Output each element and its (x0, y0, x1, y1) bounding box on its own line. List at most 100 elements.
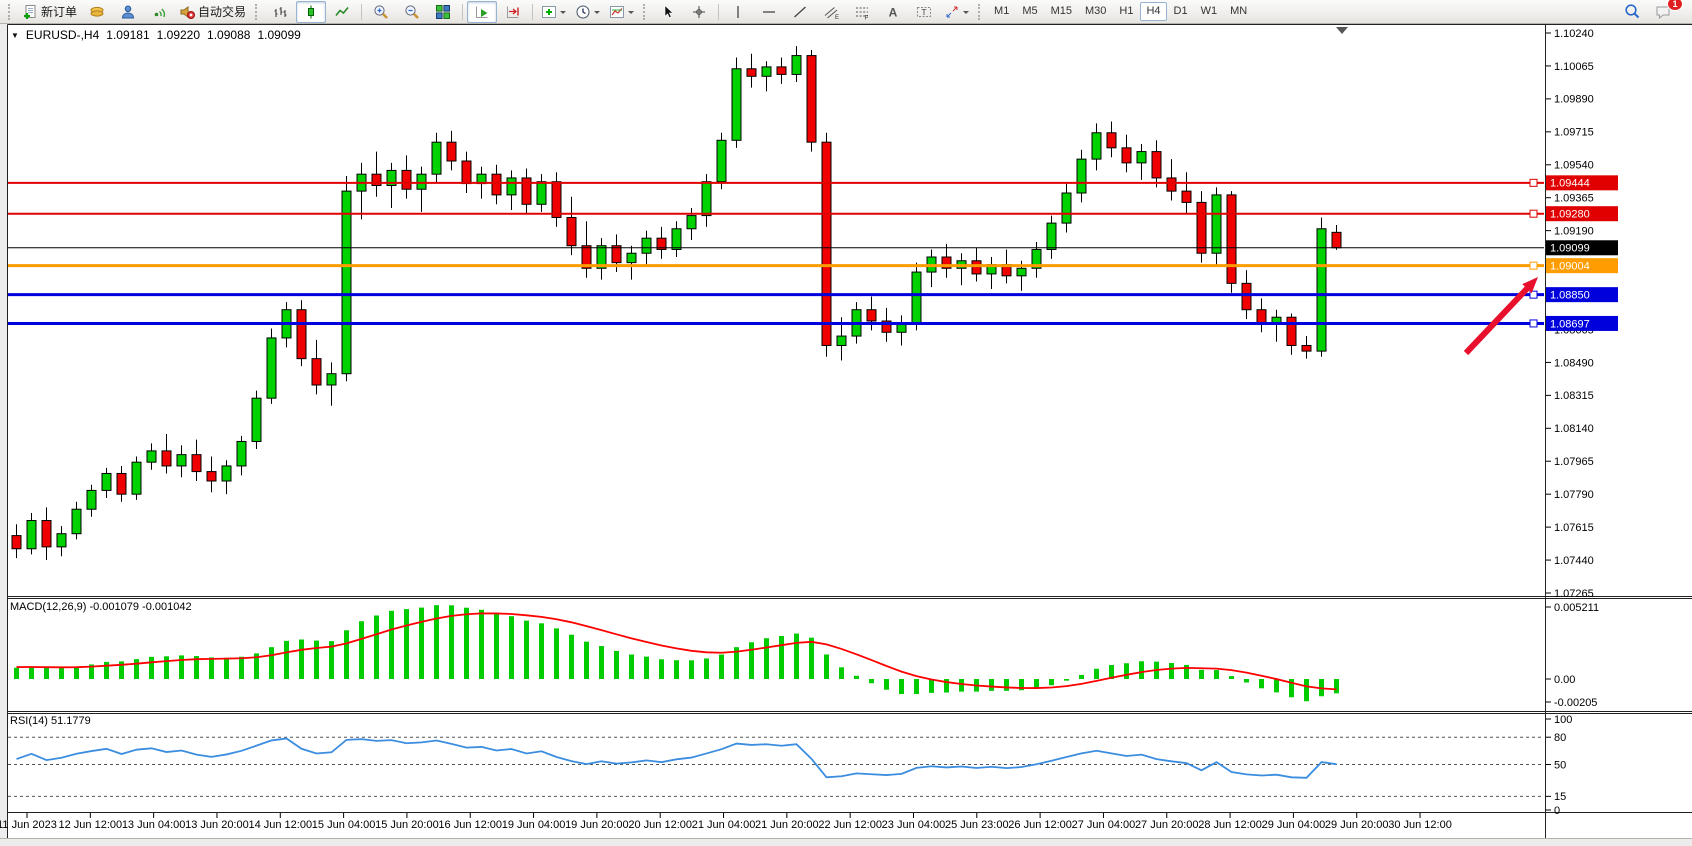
timeframe-button-w1[interactable]: W1 (1195, 2, 1224, 21)
timeframe-button-m1[interactable]: M1 (988, 2, 1015, 21)
macd-histogram-bar (1124, 663, 1129, 679)
toolbar-grip[interactable] (978, 4, 983, 20)
macd-histogram-bar (749, 642, 754, 679)
search-button[interactable] (1617, 1, 1647, 23)
chart-low-value: 1.09088 (207, 28, 250, 42)
toolbar-grip[interactable] (8, 4, 13, 20)
timeframe-button-mn[interactable]: MN (1224, 2, 1253, 21)
chevron-down-icon (594, 11, 600, 17)
timeframe-button-m30[interactable]: M30 (1079, 2, 1112, 21)
macd-panel-splitter[interactable] (8, 592, 1545, 601)
macd-histogram-bar (869, 679, 874, 683)
trendline-tool-button[interactable] (785, 1, 815, 23)
macd-histogram-bar (29, 667, 34, 679)
template-icon (609, 4, 625, 20)
chart-shift-button[interactable] (498, 1, 528, 23)
zoom-in-button[interactable] (366, 1, 396, 23)
crosshair-tool-button[interactable] (684, 1, 714, 23)
candle-body (807, 56, 816, 143)
toolbar-separator (462, 4, 463, 20)
zoom-out-button[interactable] (397, 1, 427, 23)
profile-button[interactable] (113, 1, 143, 23)
rsi-panel-splitter[interactable] (8, 707, 1545, 716)
text-tool-button[interactable]: A (878, 1, 908, 23)
tile-windows-icon (435, 4, 451, 20)
macd-histogram-bar (809, 638, 814, 679)
timeframe-button-m15[interactable]: M15 (1045, 2, 1078, 21)
time-axis[interactable] (8, 814, 1545, 840)
price-axis[interactable] (1546, 24, 1692, 814)
new-order-button[interactable]: 新订单 (18, 1, 81, 23)
bar-chart-mode-button[interactable] (265, 1, 295, 23)
candle-body (192, 455, 201, 472)
candle-body (1137, 152, 1146, 163)
candle-body (1197, 202, 1206, 253)
candlestick-mode-button[interactable] (296, 1, 326, 23)
crosshair-icon (691, 4, 707, 20)
macd-histogram-bar (524, 621, 529, 679)
arrows-tool-button[interactable] (940, 1, 973, 23)
candle-body (12, 536, 21, 549)
macd-histogram-bar (419, 608, 424, 679)
hline-handle[interactable] (1530, 179, 1537, 186)
candle-body (222, 466, 231, 481)
trading-terminal: { "toolbar": { "new_order_label": "新订单",… (0, 0, 1692, 846)
macd-histogram-bar (989, 679, 994, 691)
indicators-button[interactable] (537, 1, 570, 23)
candle-body (912, 272, 921, 323)
fibonacci-tool-button[interactable]: F (847, 1, 877, 23)
autotrading-button[interactable]: 自动交易 (175, 1, 250, 23)
timeframe-button-h1[interactable]: H1 (1113, 2, 1139, 21)
symbol-dropdown-icon[interactable]: ▼ (11, 31, 19, 40)
auto-scroll-button[interactable] (467, 1, 497, 23)
signal-button[interactable] (144, 1, 174, 23)
candle-body (1332, 232, 1341, 247)
chart-canvas[interactable]: 1.102401.100651.098901.097151.095401.093… (0, 0, 1692, 846)
toolbar-grip[interactable] (643, 4, 648, 20)
chart-high-value: 1.09220 (157, 28, 200, 42)
candle-body (1227, 195, 1236, 283)
macd-histogram-bar (299, 640, 304, 679)
cursor-tool-button[interactable] (653, 1, 683, 23)
candle-body (417, 174, 426, 189)
candle-body (552, 182, 561, 218)
macd-histogram-bar (959, 679, 964, 692)
macd-histogram-bar (164, 656, 169, 679)
chevron-down-icon (628, 11, 634, 17)
timeframe-button-m5[interactable]: M5 (1016, 2, 1043, 21)
timeframe-button-d1[interactable]: D1 (1168, 2, 1194, 21)
macd-histogram-bar (584, 642, 589, 679)
templates-button[interactable] (605, 1, 638, 23)
macd-histogram-bar (1139, 661, 1144, 679)
text-label-tool-button[interactable]: T (909, 1, 939, 23)
candle-body (717, 140, 726, 181)
periods-button[interactable] (571, 1, 604, 23)
notifications-button[interactable]: 1 (1648, 1, 1678, 23)
candle-body (972, 261, 981, 274)
macd-histogram-bar (239, 657, 244, 679)
macd-histogram-bar (1334, 679, 1339, 693)
hline-handle[interactable] (1530, 210, 1537, 217)
vertical-line-tool-button[interactable] (723, 1, 753, 23)
hline-handle[interactable] (1530, 262, 1537, 269)
timeframe-button-h4[interactable]: H4 (1140, 2, 1166, 21)
tile-windows-button[interactable] (428, 1, 458, 23)
hline-handle[interactable] (1530, 320, 1537, 327)
candle-body (132, 462, 141, 494)
toolbar-grip[interactable] (255, 4, 260, 20)
macd-histogram-bar (704, 658, 709, 679)
candle-body (1047, 223, 1056, 249)
horizontal-line-tool-button[interactable] (754, 1, 784, 23)
macd-histogram-bar (674, 660, 679, 679)
market-watch-button[interactable] (82, 1, 112, 23)
timeframe-buttons: M1M5M15M30H1H4D1W1MN (988, 2, 1253, 21)
line-chart-mode-button[interactable] (327, 1, 357, 23)
candle-body (1287, 317, 1296, 345)
candle-body (297, 310, 306, 359)
candlestick-icon (303, 4, 319, 20)
horizontal-line-icon (761, 4, 777, 20)
channel-tool-button[interactable]: E (816, 1, 846, 23)
candle-body (642, 238, 651, 253)
fibonacci-icon: F (854, 4, 870, 20)
candle-body (1302, 345, 1311, 351)
